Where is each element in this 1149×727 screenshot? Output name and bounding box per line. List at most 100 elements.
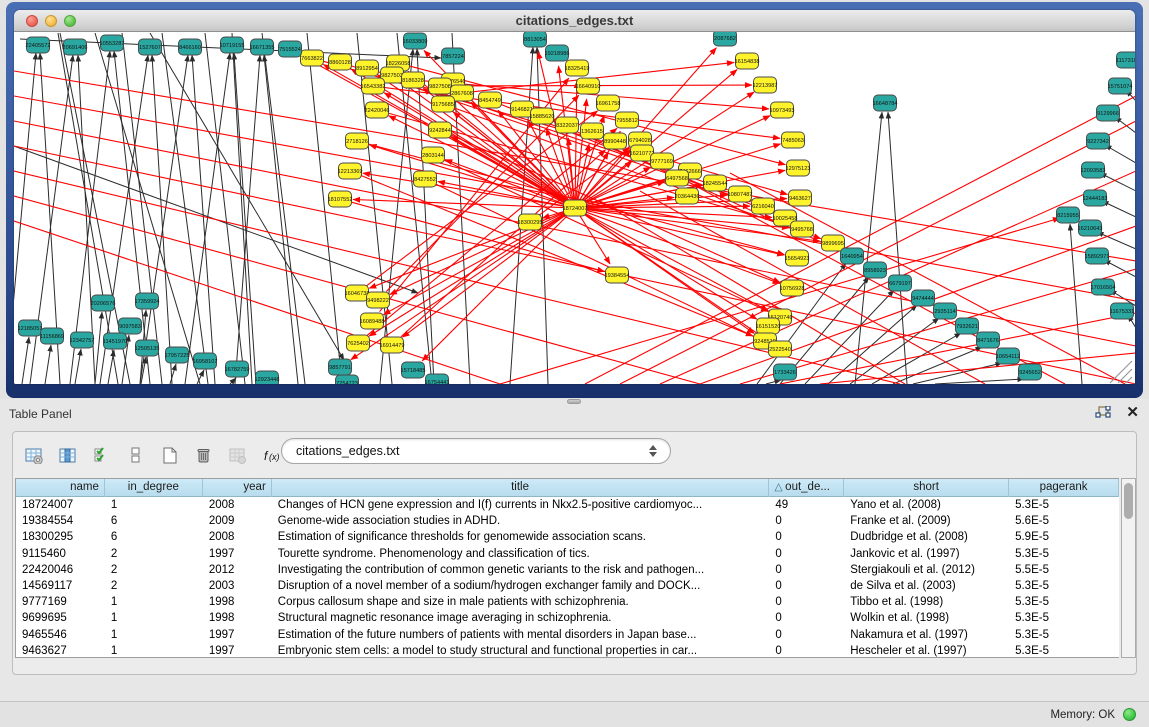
table-cell[interactable]: 1997: [203, 627, 272, 643]
resize-grip[interactable]: [1110, 361, 1132, 383]
table-cell[interactable]: 0: [769, 562, 844, 578]
graph-node[interactable]: 9474444: [912, 290, 935, 306]
table-cell[interactable]: 9115460: [16, 546, 105, 562]
graph-edge[interactable]: [422, 212, 571, 361]
table-cell[interactable]: 0: [769, 594, 844, 610]
graph-node[interactable]: 9097583: [119, 318, 142, 334]
graph-node[interactable]: 7857224: [442, 48, 465, 64]
graph-node[interactable]: 9857791: [329, 359, 352, 375]
graph-edge[interactable]: [262, 33, 305, 384]
graph-edge[interactable]: [1102, 201, 1135, 217]
graph-node[interactable]: 16046738: [345, 285, 370, 301]
graph-node[interactable]: 16640910: [576, 78, 601, 94]
graph-edge[interactable]: [452, 85, 752, 86]
graph-node[interactable]: 8454749: [479, 92, 502, 108]
graph-node[interactable]: 1362615: [581, 123, 604, 139]
close-panel-icon[interactable]: ✕: [1126, 405, 1139, 421]
graph-node[interactable]: 17359924: [135, 293, 160, 309]
table-cell[interactable]: Yano et al. (2008): [844, 497, 1009, 513]
table-cell[interactable]: Estimation of the future numbers of pati…: [272, 627, 770, 643]
graph-node[interactable]: 10553287: [100, 35, 125, 51]
graph-node[interactable]: 16671355: [250, 39, 275, 55]
graph-node[interactable]: 9242844: [429, 122, 452, 138]
graph-edge[interactable]: [235, 55, 260, 384]
table-cell[interactable]: Wolkin et al. (1998): [844, 610, 1009, 626]
graph-node[interactable]: 20364436: [675, 188, 700, 204]
column-selector-icon[interactable]: [57, 444, 79, 466]
table-cell[interactable]: 1: [105, 643, 203, 659]
table-cell[interactable]: 1: [105, 497, 203, 513]
table-scrollbar[interactable]: [1121, 478, 1136, 658]
graph-node[interactable]: 10756928: [780, 280, 805, 296]
table-cell[interactable]: 0: [769, 546, 844, 562]
graph-node[interactable]: 16154838: [735, 53, 760, 69]
table-row[interactable]: 1872400712008Changes of HCN gene express…: [16, 497, 1119, 513]
graph-node[interactable]: 9175685: [432, 96, 455, 112]
graph-node[interactable]: 9463627: [789, 190, 812, 206]
delete-table-icon[interactable]: [193, 444, 215, 466]
graph-node[interactable]: 7663822: [301, 50, 324, 66]
table-cell[interactable]: 18724007: [16, 497, 105, 513]
graph-node[interactable]: 2935114: [934, 303, 957, 319]
graph-edge[interactable]: [474, 62, 734, 91]
table-cell[interactable]: Corpus callosum shape and size in male p…: [272, 594, 770, 610]
graph-node[interactable]: 15654923: [785, 250, 810, 266]
graph-node[interactable]: 7254723: [336, 375, 359, 384]
graph-node[interactable]: 1527607: [139, 39, 162, 55]
table-cell[interactable]: 14569117: [16, 578, 105, 594]
graph-node[interactable]: 7515524: [279, 41, 302, 57]
graph-node[interactable]: 19384554: [605, 267, 630, 283]
table-cell[interactable]: 0: [769, 513, 844, 529]
graph-edge[interactable]: [75, 349, 81, 384]
graph-node[interactable]: 18724007: [563, 200, 588, 216]
graph-node[interactable]: 6497568: [666, 170, 689, 186]
table-cell[interactable]: Investigating the contribution of common…: [272, 562, 770, 578]
table-cell[interactable]: 1: [105, 594, 203, 610]
graph-node[interactable]: 12093583: [1081, 162, 1106, 178]
table-cell[interactable]: 1997: [203, 643, 272, 659]
graph-node[interactable]: 9245652: [1019, 364, 1042, 380]
table-cell[interactable]: 2008: [203, 497, 272, 513]
table-cell[interactable]: Dudbridge et al. (2008): [844, 529, 1009, 545]
graph-node[interactable]: 10807487: [728, 186, 753, 202]
graph-node[interactable]: 8912954: [356, 60, 379, 76]
table-cell[interactable]: Estimation of significance thresholds fo…: [272, 529, 770, 545]
graph-node[interactable]: 11156869: [40, 328, 64, 344]
column-header-indegree[interactable]: in_degree: [105, 479, 203, 497]
graph-node[interactable]: 18325419: [565, 60, 590, 76]
graph-node[interactable]: 15885620: [530, 108, 555, 124]
graph-node[interactable]: 9227342: [1087, 133, 1110, 149]
graph-edge[interactable]: [888, 112, 907, 384]
graph-edge[interactable]: [307, 33, 342, 384]
table-settings-icon[interactable]: [23, 444, 45, 466]
graph-node[interactable]: 18245544: [703, 175, 728, 191]
graph-node[interactable]: 12185051: [18, 320, 43, 336]
graph-edge[interactable]: [264, 55, 298, 384]
table-cell[interactable]: Stergiakouli et al. (2012): [844, 562, 1009, 578]
graph-node[interactable]: 12342757: [70, 332, 95, 348]
graph-node[interactable]: 12505135: [135, 340, 160, 356]
graph-node[interactable]: 8471676: [977, 332, 1000, 348]
graph-node[interactable]: 11675331: [1110, 303, 1134, 319]
table-row[interactable]: 977716911998Corpus callosum shape and si…: [16, 594, 1119, 610]
table-cell[interactable]: 49: [769, 497, 844, 513]
graph-node[interactable]: 9129966: [1097, 105, 1120, 121]
table-cell[interactable]: Tourette syndrome. Phenomenology and cla…: [272, 546, 770, 562]
graph-edge[interactable]: [152, 55, 172, 384]
table-cell[interactable]: 6: [105, 529, 203, 545]
graph-node[interactable]: 16754441: [425, 374, 450, 384]
graph-edge[interactable]: [95, 312, 102, 384]
graph-node[interactable]: 20206576: [91, 295, 116, 311]
graph-node[interactable]: 19218986: [545, 45, 570, 61]
table-cell[interactable]: 5.9E-5: [1009, 529, 1119, 545]
table-row[interactable]: 969969511998Structural magnetic resonanc…: [16, 610, 1119, 626]
graph-node[interactable]: 2087682: [714, 32, 737, 46]
graph-node[interactable]: 16089488: [360, 313, 385, 329]
graph-node[interactable]: 18300295: [518, 214, 543, 230]
graph-edge[interactable]: [1104, 260, 1135, 277]
table-cell[interactable]: 0: [769, 610, 844, 626]
table-cell[interactable]: Hescheler et al. (1997): [844, 643, 1009, 659]
graph-node[interactable]: 18107552: [328, 191, 353, 207]
table-cell[interactable]: 5.3E-5: [1009, 578, 1119, 594]
table-cell[interactable]: 22420046: [16, 562, 105, 578]
